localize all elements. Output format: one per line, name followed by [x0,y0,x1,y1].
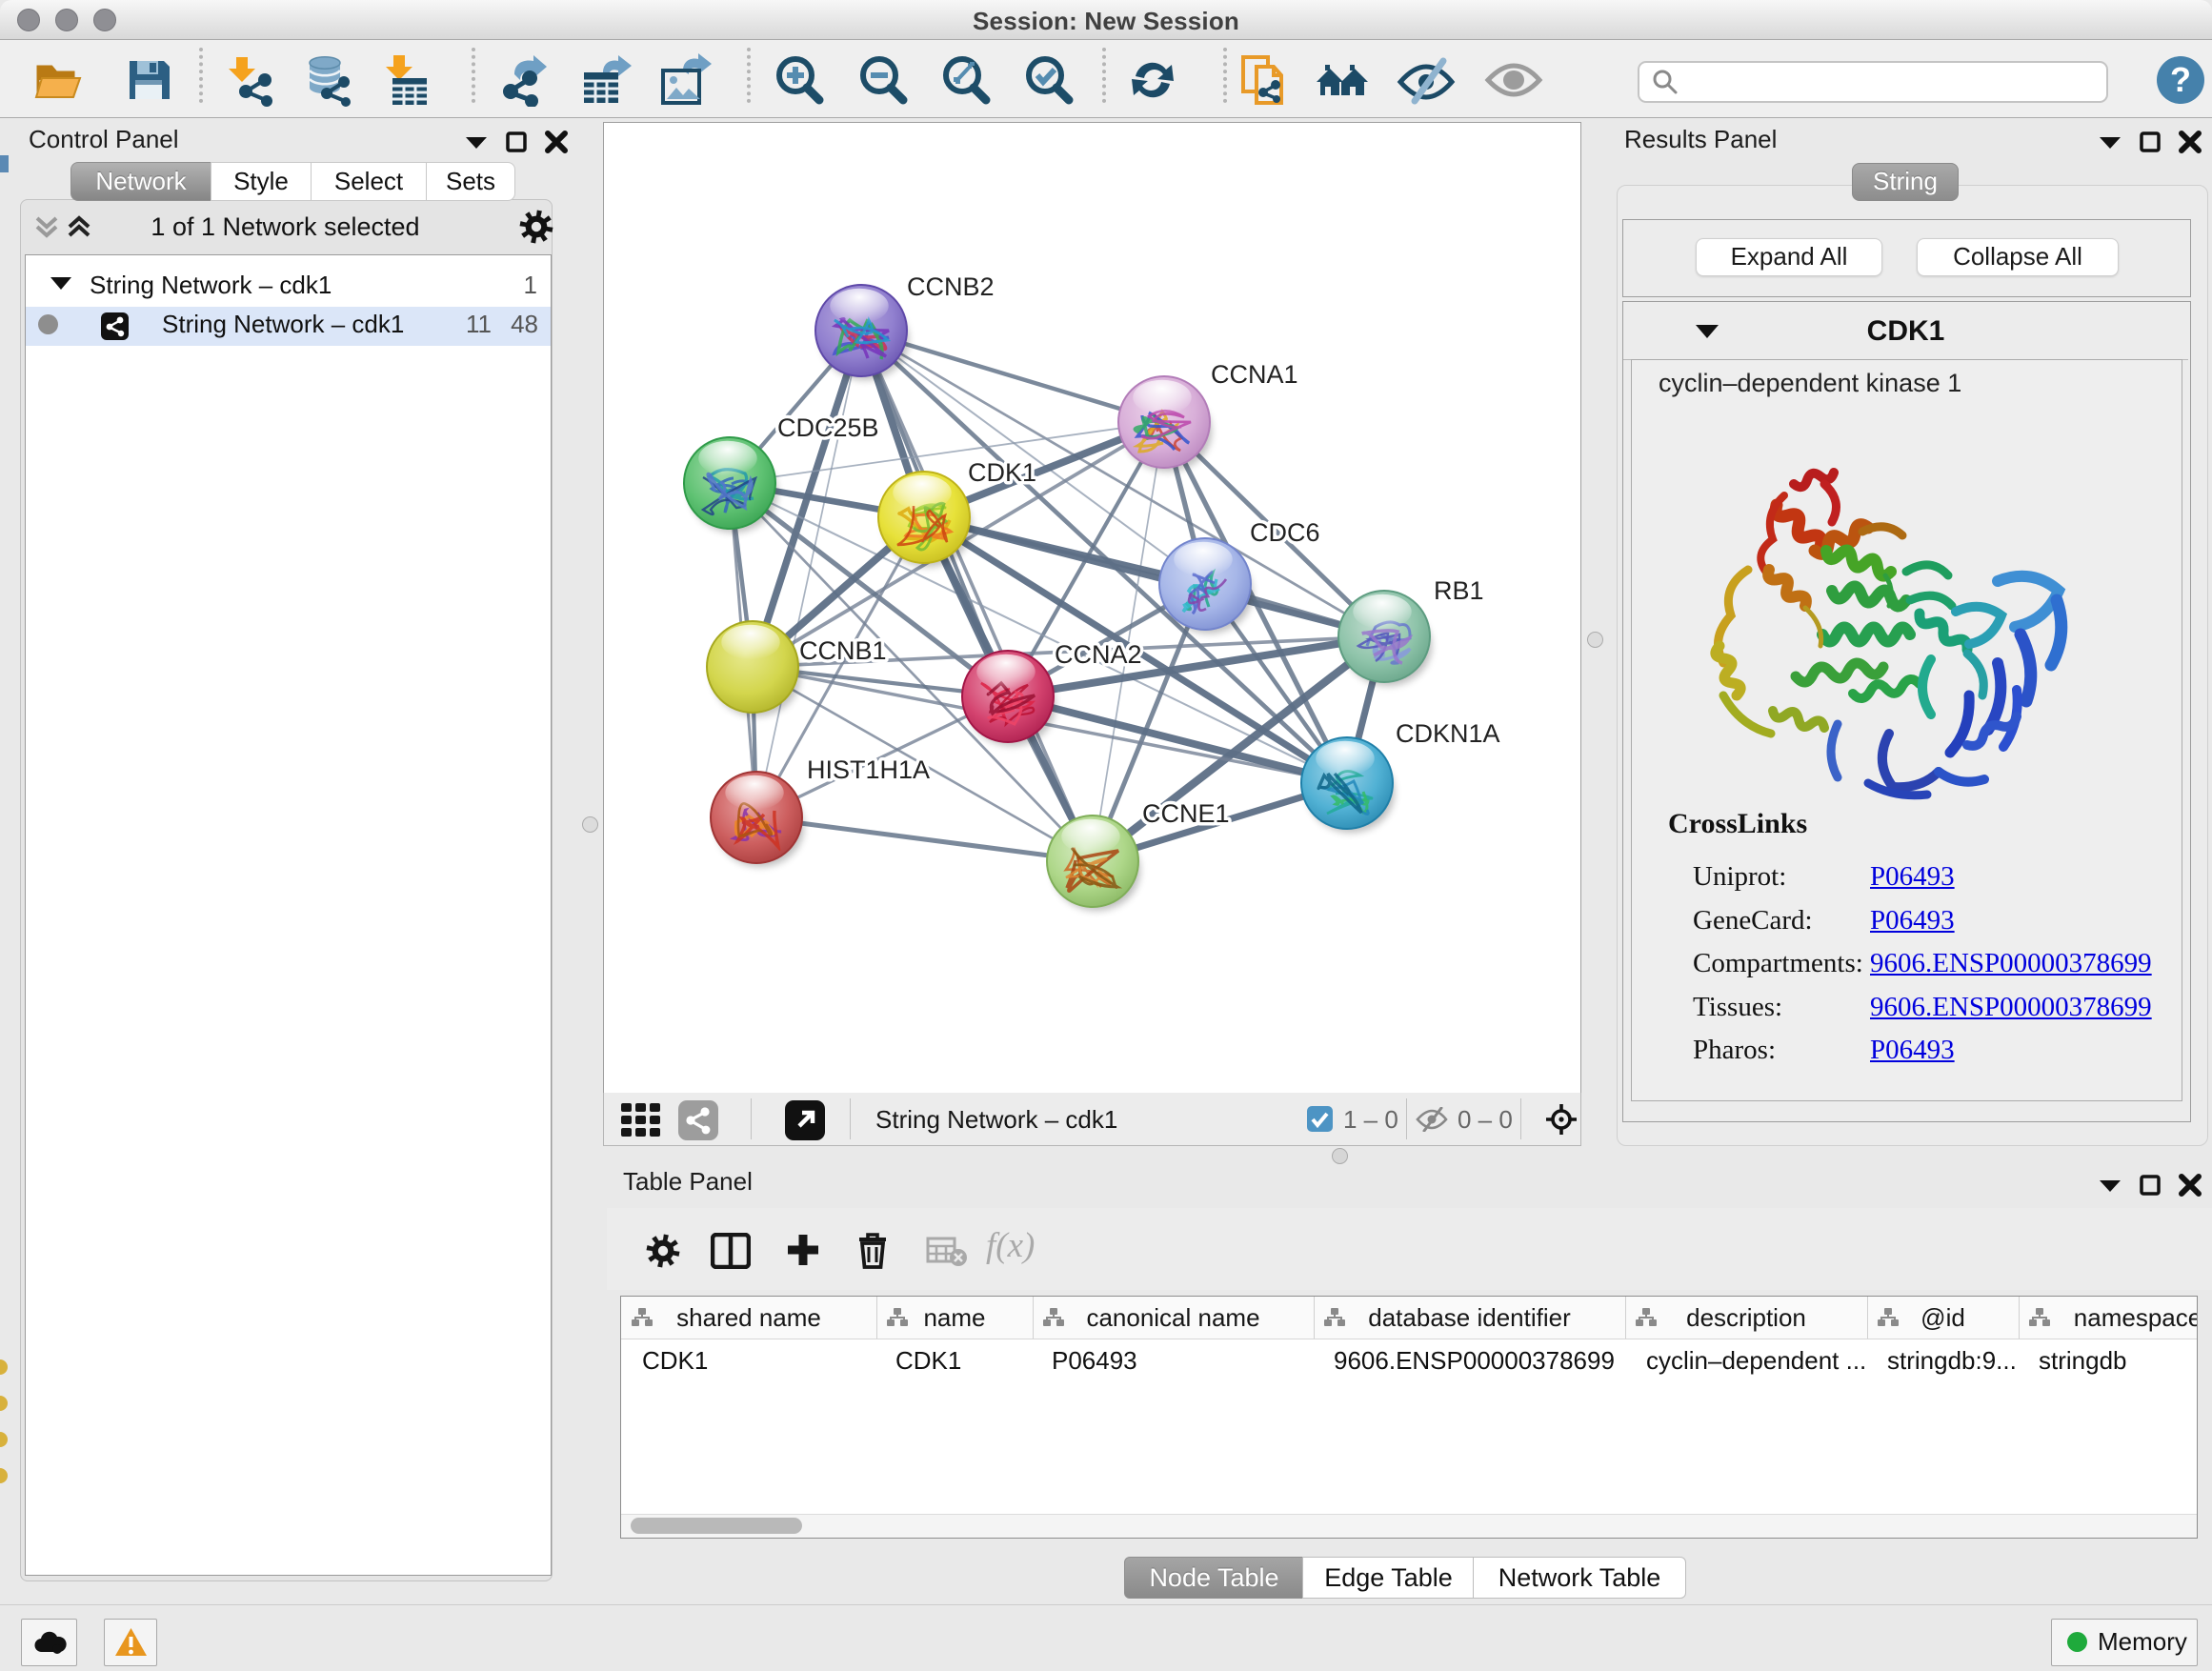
svg-text:RB1: RB1 [1434,576,1484,605]
svg-text:CDKN1A: CDKN1A [1396,719,1500,748]
svg-text:CCNE1: CCNE1 [1142,799,1230,828]
svg-text:CCNA2: CCNA2 [1055,640,1142,669]
svg-text:CDC6: CDC6 [1250,518,1320,547]
svg-text:CDK1: CDK1 [968,458,1036,487]
svg-text:CCNB2: CCNB2 [907,272,995,301]
svg-text:?: ? [2170,60,2191,99]
svg-text:CDC25B: CDC25B [777,413,879,442]
svg-text:CCNB1: CCNB1 [799,636,887,665]
svg-text:CCNA1: CCNA1 [1211,360,1298,389]
svg-text:HIST1H1A: HIST1H1A [807,755,930,784]
